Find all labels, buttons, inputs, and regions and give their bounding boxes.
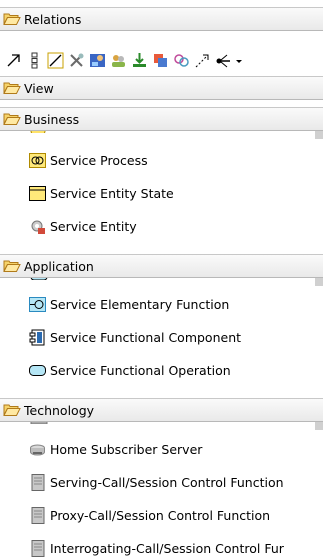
server-disk-icon [29,441,46,458]
drawer-business[interactable]: Business [0,107,323,131]
folder-open-icon [3,81,21,95]
item-label: Proxy-Call/Session Control Function [50,507,271,523]
server-tower-icon [29,539,46,557]
item-label: Service Elementary Function [50,296,230,312]
drawer-technology[interactable]: Technology [0,398,323,422]
item-label: Service Entity State [50,185,174,201]
person-relation-icon[interactable] [88,51,107,70]
drawer-view[interactable]: View [0,76,323,100]
item-label: Interrogating-Call/Session Control Fur [50,540,284,556]
cross-relation-icon[interactable] [67,51,86,70]
dropdown-arrow-icon[interactable] [235,51,243,70]
functional-operation-icon [29,362,46,379]
palette-item-interrogating-call-session-control-function[interactable]: Interrogating-Call/Session Control Fur [0,535,323,559]
arrow-relation-icon[interactable] [4,51,23,70]
item-label: Service Functional Component [50,329,242,345]
palette-item-serving-call-session-control-function[interactable]: Serving-Call/Session Control Function [0,469,323,495]
palette-item-service-elementary-function[interactable]: Service Elementary Function [0,291,323,317]
item-label: Service Process [50,152,148,168]
clipped-item [0,131,323,139]
palette-item-home-subscriber-server[interactable]: Home Subscriber Server [0,436,323,462]
access-relation-icon[interactable] [172,51,191,70]
drawer-title: Business [24,111,80,127]
line-relation-icon[interactable] [46,51,65,70]
palette-item-service-entity[interactable]: Service Entity [0,213,323,239]
drawer-title: Technology [24,402,95,418]
drawer-title: Relations [24,11,82,27]
palette-item-service-functional-operation[interactable]: Service Functional Operation [0,357,323,383]
drawer-title: View [24,80,54,96]
drawer-relations[interactable]: Relations [0,7,323,31]
service-entity-icon [29,218,46,235]
folder-open-icon [3,403,21,417]
palette-item-service-entity-state[interactable]: Service Entity State [0,180,323,206]
download-relation-icon[interactable] [130,51,149,70]
chain-relation-icon[interactable] [25,51,44,70]
item-label: Home Subscriber Server [50,441,203,457]
service-process-icon [29,152,46,169]
clipped-item [0,278,323,286]
item-label: Service Entity [50,218,137,234]
folder-open-icon [3,259,21,273]
folder-open-icon [3,12,21,26]
group-relation-icon[interactable] [109,51,128,70]
drawer-application[interactable]: Application [0,254,323,278]
clipped-item [0,422,323,430]
functional-component-icon [29,329,46,346]
dashed-relation-icon[interactable] [193,51,212,70]
palette-item-service-process[interactable]: Service Process [0,147,323,173]
palette-item-service-functional-component[interactable]: Service Functional Component [0,324,323,350]
palette-item-proxy-call-session-control-function[interactable]: Proxy-Call/Session Control Function [0,502,323,528]
relations-toolbar [0,47,323,73]
flow-relation-icon[interactable] [151,51,170,70]
item-label: Serving-Call/Session Control Function [50,474,284,490]
junction-relation-icon[interactable] [214,51,233,70]
entity-state-icon [29,185,46,202]
server-tower-icon [29,473,46,491]
server-tower-icon [29,506,46,524]
folder-open-icon [3,112,21,126]
item-label: Service Functional Operation [50,362,231,378]
elementary-function-icon [29,296,46,313]
drawer-title: Application [24,258,94,274]
